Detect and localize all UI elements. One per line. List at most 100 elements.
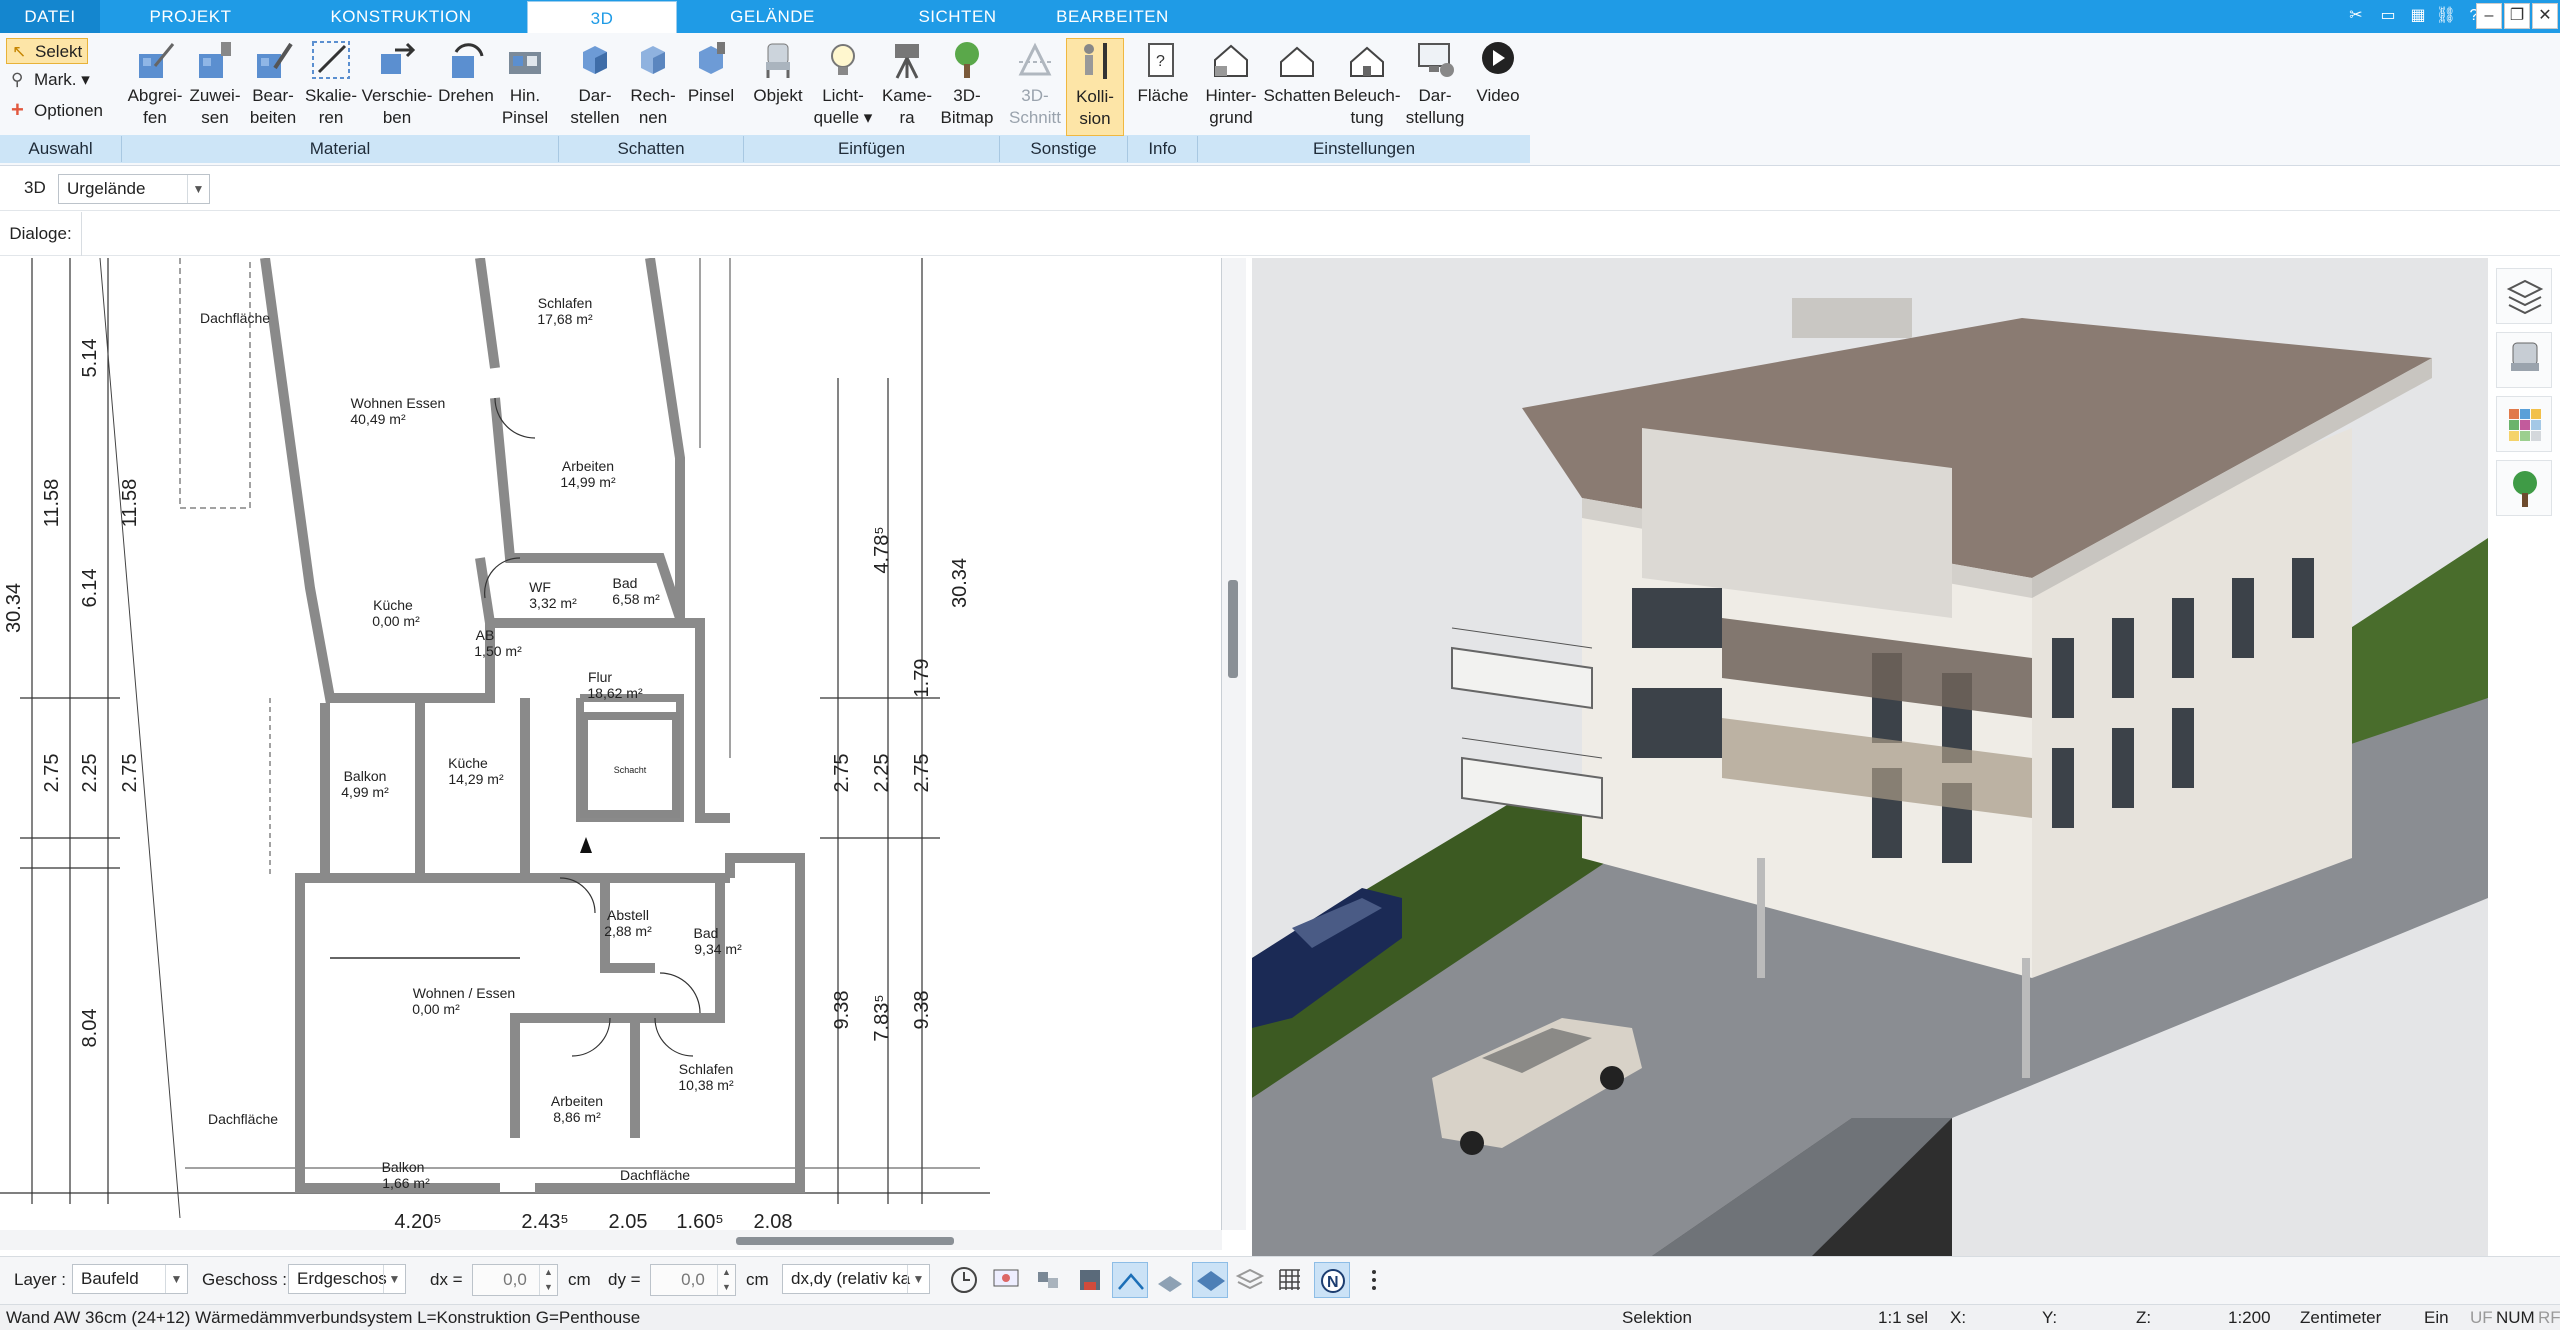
minimize-button[interactable]: – xyxy=(2476,3,2502,29)
screen-capture-icon[interactable] xyxy=(988,1262,1024,1298)
verschieben-button[interactable]: Verschie- ben xyxy=(360,38,434,129)
materials-palette-icon[interactable] xyxy=(2496,396,2552,452)
plan-horizontal-scroll-thumb[interactable] xyxy=(736,1237,954,1245)
brush-icon xyxy=(503,38,547,82)
terrain-combo-value: Urgelände xyxy=(67,179,146,198)
flaeche-button[interactable]: ? Fläche xyxy=(1132,38,1194,107)
drehen-button[interactable]: Drehen xyxy=(434,38,498,107)
tab-projekt[interactable]: PROJEKT xyxy=(118,0,263,33)
coordinate-mode-value: dx,dy (relativ ka xyxy=(791,1269,911,1288)
link-icon[interactable]: ⛓ xyxy=(2432,4,2460,28)
room-name: Wohnen / Essen xyxy=(413,985,515,1001)
restore-button[interactable]: ❐ xyxy=(2504,3,2530,29)
3d-bitmap-label-1: 3D- xyxy=(953,86,981,105)
status-x: X: xyxy=(1950,1308,1967,1327)
save-layer-icon[interactable] xyxy=(1072,1262,1108,1298)
grid-icon[interactable] xyxy=(1272,1262,1308,1298)
dy-input[interactable]: 0,0 ▲ ▼ xyxy=(650,1264,736,1296)
plan-vertical-scroll-thumb[interactable] xyxy=(1228,580,1238,678)
tab-sichten[interactable]: SICHTEN xyxy=(885,0,1030,33)
options-button[interactable]: + Optionen xyxy=(6,97,103,124)
lichtquelle-button[interactable]: Licht- quelle ▾ xyxy=(808,38,878,129)
status-bar: Wand AW 36cm (24+12) Wärmedämmverbundsys… xyxy=(0,1304,2560,1330)
room-area: 0,00 m² xyxy=(412,1001,460,1017)
lichtquelle-label-1: Licht- xyxy=(822,86,864,105)
clock-icon[interactable] xyxy=(946,1262,982,1298)
objekt-button[interactable]: Objekt xyxy=(748,38,808,107)
group-sonstige: Sonstige xyxy=(1000,136,1128,162)
select-button[interactable]: ↖ Selekt xyxy=(6,38,88,64)
geschoss-combo[interactable]: Erdgeschos ▼ xyxy=(288,1264,406,1294)
beleuchtung-button[interactable]: Beleuch- tung xyxy=(1332,38,1402,129)
schatten-rechnen-label-1: Rech- xyxy=(630,86,676,105)
spinner-arrows-icon[interactable]: ▲ ▼ xyxy=(717,1265,735,1295)
skalieren-button[interactable]: Skalie- ren xyxy=(302,38,360,129)
bearbeiten-button[interactable]: Bear- beiten xyxy=(244,38,302,129)
3d-schnitt-button[interactable]: 3D- Schnitt xyxy=(1004,38,1066,129)
dimension-label: 5.14 xyxy=(79,339,101,378)
snap-line-icon[interactable] xyxy=(1112,1262,1148,1298)
3d-schnitt-label-2: Schnitt xyxy=(1009,108,1061,127)
close-button[interactable]: ✕ xyxy=(2532,3,2558,29)
zuweisen-button[interactable]: Zuwei- sen xyxy=(186,38,244,129)
chair-icon xyxy=(756,38,800,82)
view-toolbar: 3D Urgelände ▼ xyxy=(0,166,2560,211)
room-name: Schlafen xyxy=(538,295,592,311)
geschoss-label: Geschoss : xyxy=(202,1270,288,1289)
video-button[interactable]: Video xyxy=(1470,38,1526,107)
schatten-rechnen-button[interactable]: Rech- nen xyxy=(624,38,682,129)
dimension-label: 8.04 xyxy=(79,1009,101,1048)
wall-tools-icon[interactable] xyxy=(1152,1262,1188,1298)
floor-plane-icon[interactable] xyxy=(1192,1262,1228,1298)
tab-bearbeiten[interactable]: BEARBEITEN xyxy=(1040,0,1185,33)
furniture-chair-icon[interactable] xyxy=(2496,332,2552,388)
kollision-button[interactable]: Kolli- sion xyxy=(1066,38,1124,136)
group-info: Info xyxy=(1128,136,1198,162)
view-mode-label: 3D xyxy=(24,178,46,197)
schatten-darstellen-label-1: Dar- xyxy=(578,86,612,105)
tab-datei[interactable]: DATEI xyxy=(0,0,100,33)
layers-icon[interactable] xyxy=(2496,268,2552,324)
beleuchtung-label-2: tung xyxy=(1350,108,1384,127)
mark-button[interactable]: ⚲ Mark. ▾ xyxy=(6,67,90,93)
window-icon[interactable]: ▭ xyxy=(2374,4,2402,28)
spinner-arrows-icon[interactable]: ▲ ▼ xyxy=(539,1265,557,1295)
dimension-label: 11.58 xyxy=(119,479,141,528)
layout-icon[interactable]: ▦ xyxy=(2404,4,2432,28)
status-y: Y: xyxy=(2042,1308,2058,1327)
einstellungen-schatten-button[interactable]: Schatten xyxy=(1262,38,1332,107)
plan-horizontal-scrollbar[interactable] xyxy=(0,1230,1222,1250)
tab-3d[interactable]: 3D xyxy=(527,1,677,35)
kamera-button[interactable]: Kame- ra xyxy=(878,38,936,129)
3d-bitmap-button[interactable]: 3D- Bitmap xyxy=(936,38,998,129)
tab-konstruktion[interactable]: KONSTRUKTION xyxy=(316,0,486,33)
schatten-darstellen-button[interactable]: Dar- stellen xyxy=(566,38,624,129)
3d-view[interactable] xyxy=(1252,258,2488,1256)
room-name: Dachfläche xyxy=(208,1111,278,1127)
plants-tree-icon[interactable] xyxy=(2496,460,2552,516)
tab-gelaende[interactable]: GELÄNDE xyxy=(700,0,845,33)
objects-icon[interactable] xyxy=(1030,1262,1066,1298)
dimension-label: 2.25 xyxy=(79,754,101,793)
schatten-pinsel-button[interactable]: Pinsel xyxy=(682,38,740,107)
dx-input[interactable]: 0,0 ▲ ▼ xyxy=(472,1264,558,1296)
geschoss-combo-value: Erdgeschos xyxy=(297,1269,387,1288)
plan-vertical-scrollbar[interactable] xyxy=(1222,258,1246,1230)
more-options-icon[interactable] xyxy=(1356,1262,1392,1298)
darstellung-button[interactable]: Dar- stellung xyxy=(1402,38,1468,129)
coordinate-mode-combo[interactable]: dx,dy (relativ ka ▼ xyxy=(782,1264,930,1294)
floor-plan-view[interactable]: Dachfläche Schlafen 17,68 m² Wohnen Esse… xyxy=(0,258,1222,1230)
3d-bitmap-label-2: Bitmap xyxy=(940,108,994,127)
schatten-darstellen-label-2: stellen xyxy=(570,108,620,127)
abgreifen-button[interactable]: Abgrei- fen xyxy=(124,38,186,129)
layer-combo[interactable]: Baufeld ▼ xyxy=(72,1264,188,1294)
hintergrund-button[interactable]: Hinter- grund xyxy=(1200,38,1262,129)
hin-pinsel-button[interactable]: Hin. Pinsel xyxy=(498,38,552,129)
room-area: 18,62 m² xyxy=(587,685,643,701)
dx-label: dx = xyxy=(430,1270,463,1289)
north-arrow-icon[interactable]: N xyxy=(1314,1262,1350,1298)
dialog-row: Dialoge: xyxy=(0,212,2560,256)
tools-icon[interactable]: ✂ xyxy=(2342,4,2370,28)
terrain-combo[interactable]: Urgelände ▼ xyxy=(58,174,210,204)
layers-stack-icon[interactable] xyxy=(1232,1262,1268,1298)
